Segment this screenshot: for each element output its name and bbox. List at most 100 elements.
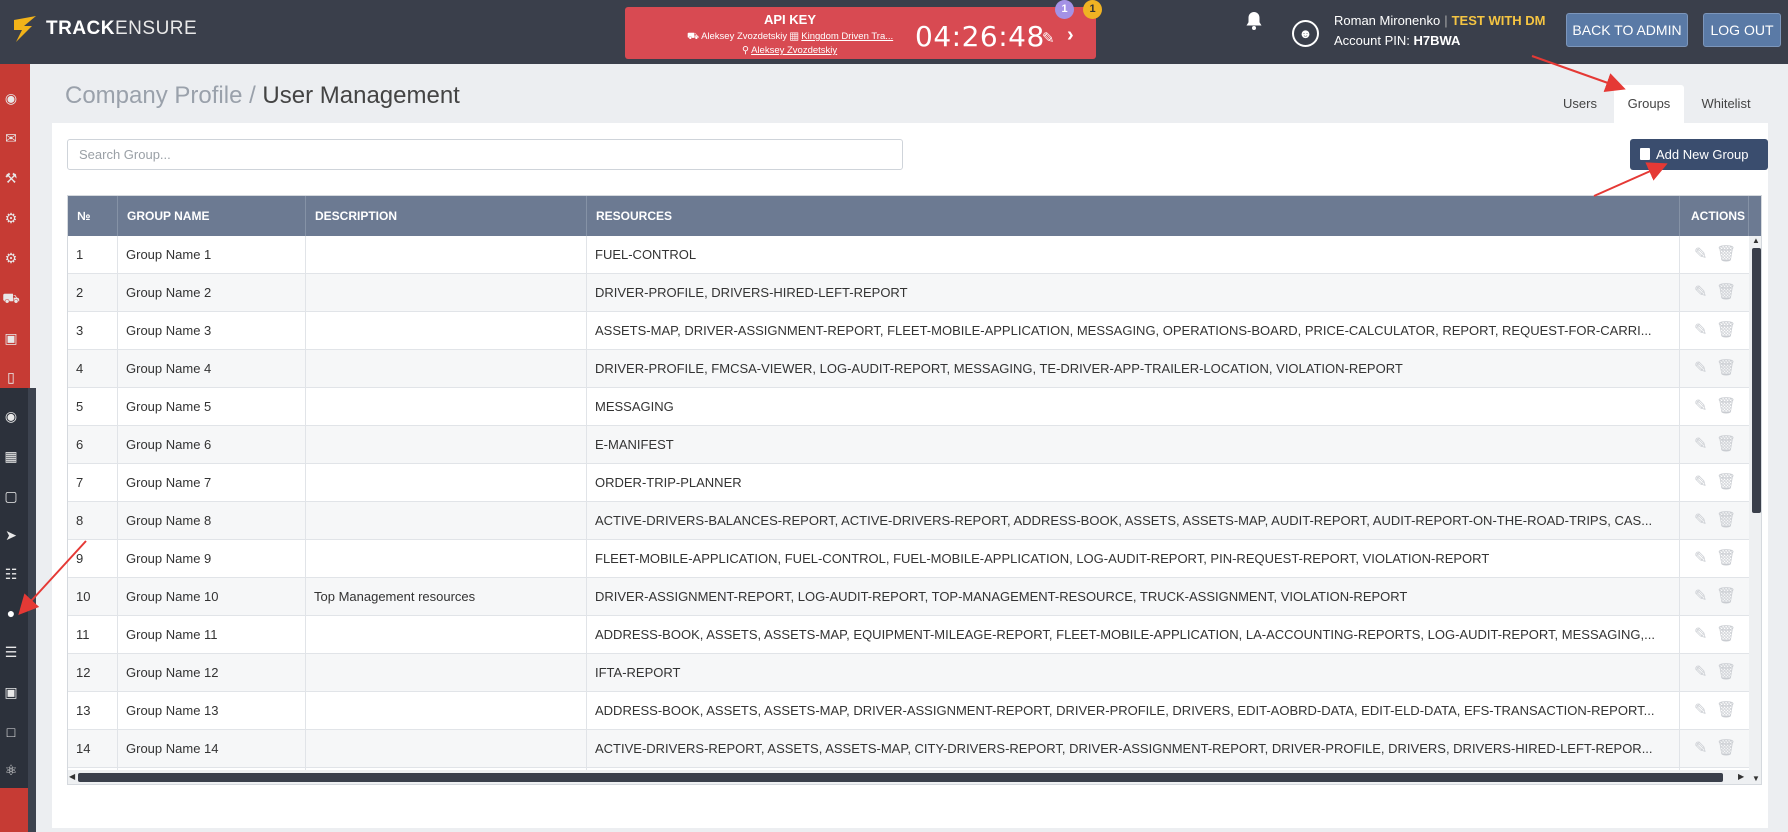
- edit-icon[interactable]: ✎: [1694, 616, 1716, 653]
- sidebar-tablet-icon[interactable]: ▯: [0, 369, 22, 386]
- tab-users[interactable]: Users: [1546, 85, 1614, 123]
- sidebar-location-arrow-icon[interactable]: ➤: [0, 527, 22, 544]
- edit-icon[interactable]: ✎: [1694, 236, 1716, 273]
- table-row[interactable]: 2 Group Name 2 DRIVER-PROFILE, DRIVERS-HIR…: [68, 274, 1761, 312]
- api-key-user-link[interactable]: Aleksey Zvozdetskiy: [751, 45, 837, 56]
- sidebar-file-icon[interactable]: □: [0, 724, 22, 740]
- edit-icon[interactable]: ✎: [1694, 502, 1716, 539]
- table-row[interactable]: 11 Group Name 11 ADDRESS-BOOK, ASSETS, ASS…: [68, 616, 1761, 654]
- back-to-admin-button[interactable]: BACK TO ADMIN: [1566, 13, 1688, 47]
- trash-icon[interactable]: 🗑: [1716, 692, 1738, 729]
- table-row[interactable]: 14 Group Name 14 ACTIVE-DRIVERS-REPORT, AS…: [68, 730, 1761, 768]
- cell-num: 4: [68, 350, 118, 387]
- sidebar-sliders-icon[interactable]: ☰: [0, 644, 22, 661]
- table-row[interactable]: 6 Group Name 6 E-MANIFEST ✎ 🗑: [68, 426, 1761, 464]
- edit-icon[interactable]: ✎: [1042, 29, 1055, 47]
- table-row[interactable]: 5 Group Name 5 MESSAGING ✎ 🗑: [68, 388, 1761, 426]
- table-row[interactable]: 9 Group Name 9 FLEET-MOBILE-APPLICATION, F…: [68, 540, 1761, 578]
- chevron-right-icon[interactable]: ›: [1067, 24, 1074, 47]
- trash-icon[interactable]: 🗑: [1716, 388, 1738, 425]
- edit-icon[interactable]: ✎: [1694, 540, 1716, 577]
- api-key-company-link[interactable]: Kingdom Driven Tra...: [801, 31, 893, 42]
- search-group-input[interactable]: [67, 139, 903, 170]
- sidebar-user-management-icon[interactable]: ●: [0, 605, 22, 621]
- cell-actions: ✎🗑: [1680, 388, 1750, 425]
- table-row[interactable]: 7 Group Name 7 ORDER-TRIP-PLANNER ✎ 🗑: [68, 464, 1761, 502]
- table-header: № GROUP NAME DESCRIPTION RESOURCES ACTIO…: [68, 196, 1761, 236]
- vertical-scrollbar[interactable]: ▲ ▼: [1749, 236, 1761, 784]
- trash-icon[interactable]: 🗑: [1716, 578, 1738, 615]
- header-description[interactable]: DESCRIPTION: [306, 196, 587, 236]
- edit-icon[interactable]: ✎: [1694, 388, 1716, 425]
- edit-icon[interactable]: ✎: [1694, 730, 1716, 767]
- edit-icon[interactable]: ✎: [1694, 578, 1716, 615]
- scroll-left-arrow[interactable]: ◀: [69, 772, 75, 781]
- edit-icon[interactable]: ✎: [1694, 426, 1716, 463]
- trash-icon[interactable]: 🗑: [1716, 350, 1738, 387]
- horizontal-scroll-thumb[interactable]: [78, 773, 1723, 782]
- table-row[interactable]: 3 Group Name 3 ASSETS-MAP, DRIVER-ASSIGNME…: [68, 312, 1761, 350]
- tab-whitelist[interactable]: Whitelist: [1692, 85, 1760, 123]
- table-row[interactable]: 13 Group Name 13 ADDRESS-BOOK, ASSETS, ASS…: [68, 692, 1761, 730]
- table-row[interactable]: 1 Group Name 1 FUEL-CONTROL ✎ 🗑: [68, 236, 1761, 274]
- sidebar-database-icon[interactable]: ☷: [0, 566, 22, 583]
- trash-icon[interactable]: 🗑: [1716, 616, 1738, 653]
- trash-icon[interactable]: 🗑: [1716, 730, 1738, 767]
- add-new-group-button[interactable]: Add New Group: [1630, 139, 1768, 170]
- trash-icon[interactable]: 🗑: [1716, 464, 1738, 501]
- scroll-down-arrow[interactable]: ▼: [1752, 774, 1760, 783]
- cell-description: [306, 502, 587, 539]
- trackensure-logo[interactable]: TRACKENSURE: [10, 14, 197, 44]
- trash-icon[interactable]: 🗑: [1716, 312, 1738, 349]
- sidebar-dashboard-icon[interactable]: ◉: [0, 90, 22, 107]
- user-name: Roman Mironenko: [1334, 13, 1441, 28]
- scroll-right-arrow[interactable]: ▶: [1738, 772, 1744, 781]
- sidebar-id-card-icon[interactable]: ▣: [0, 330, 22, 347]
- sidebar-chat-icon[interactable]: ✉: [0, 130, 22, 147]
- trash-icon[interactable]: 🗑: [1716, 426, 1738, 463]
- sidebar-wrench-icon[interactable]: ⚒: [0, 170, 22, 187]
- breadcrumb[interactable]: Company Profile /: [65, 82, 256, 109]
- vertical-scroll-thumb[interactable]: [1752, 248, 1761, 513]
- scroll-up-arrow[interactable]: ▲: [1752, 236, 1760, 245]
- table-row[interactable]: 4 Group Name 4 DRIVER-PROFILE, FMCSA-VIEWE…: [68, 350, 1761, 388]
- notification-badge-yellow[interactable]: 1: [1083, 0, 1102, 19]
- cell-resources: FLEET-MOBILE-APPLICATION, FUEL-CONTROL, …: [587, 540, 1680, 577]
- edit-icon[interactable]: ✎: [1694, 692, 1716, 729]
- table-row[interactable]: 8 Group Name 8 ACTIVE-DRIVERS-BALANCES-REP…: [68, 502, 1761, 540]
- user-group-icon[interactable]: ☻: [1292, 20, 1319, 47]
- table-row[interactable]: 12 Group Name 12 IFTA-REPORT ✎ 🗑: [68, 654, 1761, 692]
- sidebar-window-icon[interactable]: ▢: [0, 488, 22, 505]
- sidebar-cogs-icon[interactable]: ⚙: [0, 210, 22, 227]
- trash-icon[interactable]: 🗑: [1716, 274, 1738, 311]
- edit-icon[interactable]: ✎: [1694, 464, 1716, 501]
- sidebar-truck-icon[interactable]: ⛟: [0, 290, 22, 309]
- header-group-name[interactable]: GROUP NAME: [118, 196, 306, 236]
- trash-icon[interactable]: 🗑: [1716, 502, 1738, 539]
- edit-icon[interactable]: ✎: [1694, 654, 1716, 691]
- sidebar-settings-icon[interactable]: ⚙: [0, 250, 22, 267]
- header-resources[interactable]: RESOURCES: [587, 196, 1680, 236]
- tab-groups[interactable]: Groups: [1614, 85, 1684, 123]
- edit-icon[interactable]: ✎: [1694, 274, 1716, 311]
- header-actions: ACTIONS: [1680, 196, 1749, 236]
- bell-icon[interactable]: [1245, 11, 1263, 37]
- table-row[interactable]: 10 Group Name 10 Top Management resources D…: [68, 578, 1761, 616]
- sidebar-address-book-icon[interactable]: ▣: [0, 684, 22, 701]
- header-num[interactable]: №: [68, 196, 118, 236]
- trash-icon[interactable]: 🗑: [1716, 540, 1738, 577]
- cell-num: 11: [68, 616, 118, 653]
- edit-icon[interactable]: ✎: [1694, 312, 1716, 349]
- notification-badge-purple[interactable]: 1: [1055, 0, 1074, 19]
- trash-icon[interactable]: 🗑: [1716, 654, 1738, 691]
- sidebar-network-icon[interactable]: ⚛: [0, 762, 22, 779]
- horizontal-scrollbar[interactable]: ◀ ▶: [68, 770, 1749, 784]
- cell-group-name: Group Name 12: [118, 654, 306, 691]
- sidebar-grid-icon[interactable]: ▦: [0, 448, 22, 465]
- sidebar-fuel-icon[interactable]: ◉: [0, 408, 22, 425]
- edit-icon[interactable]: ✎: [1694, 350, 1716, 387]
- log-out-button[interactable]: LOG OUT: [1703, 13, 1781, 47]
- cell-num: 8: [68, 502, 118, 539]
- cell-num: 12: [68, 654, 118, 691]
- trash-icon[interactable]: 🗑: [1716, 236, 1738, 273]
